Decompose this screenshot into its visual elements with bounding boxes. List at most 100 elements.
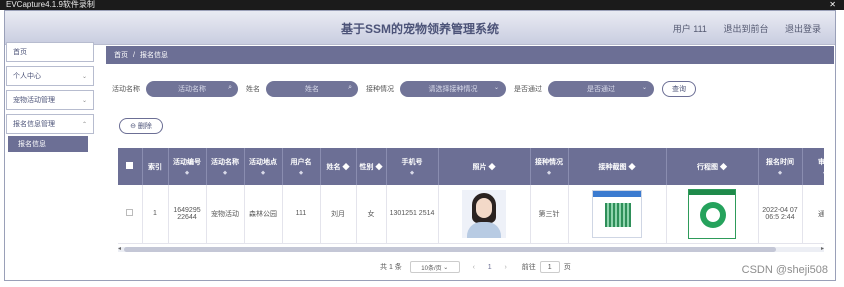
cell-location: 森林公园 xyxy=(244,185,283,244)
vaccine-placeholder: 请选择接种情况 xyxy=(428,86,478,93)
cell-gender: 女 xyxy=(356,185,387,244)
prev-page-button[interactable]: ‹ xyxy=(468,264,480,271)
column-header[interactable]: 接种情况 ◆ xyxy=(530,148,569,185)
cell-phone: 1301251 2514 xyxy=(386,185,439,244)
sort-icon: ◆ xyxy=(261,170,265,176)
chevron-down-icon: ⌄ xyxy=(493,85,499,91)
cell-activity-no: 1649295 22644 xyxy=(168,185,207,244)
column-header[interactable]: 性别 ◆ xyxy=(356,148,387,185)
sidebar-item-label: 个人中心 xyxy=(13,73,41,80)
user-photo[interactable] xyxy=(462,189,506,238)
scrollbar-thumb[interactable] xyxy=(124,247,776,252)
close-icon[interactable]: ✕ xyxy=(829,1,836,9)
sidebar-item-activity-manage[interactable]: 宠物活动管理 ⌄ xyxy=(6,90,94,110)
vaccine-label: 接种情况 xyxy=(366,86,394,93)
column-header[interactable]: 报名时间 ◆ xyxy=(758,148,803,185)
capture-bar: EVCapture4.1.9软件录制 ✕ xyxy=(0,0,844,10)
scroll-right-icon[interactable]: ▸ xyxy=(821,245,824,252)
column-header[interactable]: 照片 ◆ xyxy=(438,148,531,185)
sidebar-item-label: 宠物活动管理 xyxy=(13,97,55,104)
cell-signup-time: 2022-04 07 06:5 2:44 xyxy=(758,185,803,244)
delete-button[interactable]: ⊖ 删除 xyxy=(119,118,163,134)
sidebar-item-home[interactable]: 首页 xyxy=(6,42,94,62)
sort-icon: ◆ xyxy=(410,170,414,176)
cell-name: 刘月 xyxy=(320,185,357,244)
cell-username: 111 xyxy=(282,185,321,244)
breadcrumb-current: 报名信息 xyxy=(139,52,168,59)
vaccine-select[interactable]: 请选择接种情况 ⌄ xyxy=(400,81,506,97)
sort-icon: ◆ xyxy=(719,163,727,171)
data-table: 索引 活动编号 ◆ 活动名称 ◆ 活动地点 ◆ 用户名 ◆ 姓名 ◆ 性别 ◆ 手机号 ◆… xyxy=(118,148,824,244)
filter-bar: 活动名称 活动名称 ⌕ 姓名 姓名 ⌕ 接种情况 请选择接种情况 ⌄ 是否通过 … xyxy=(112,80,696,98)
chevron-down-icon: ⌄ xyxy=(641,85,647,91)
horizontal-scrollbar[interactable]: ◂ ▸ xyxy=(118,245,824,252)
sidebar-item-signup-manage[interactable]: 报名信息管理 ⌃ xyxy=(6,114,94,134)
column-header[interactable]: 接种截图 ◆ xyxy=(568,148,667,185)
column-header[interactable]: 审核◆ xyxy=(802,148,824,185)
sort-icon: ◆ xyxy=(375,163,383,171)
cell-index: 1 xyxy=(142,185,169,244)
column-header[interactable]: 活动编号 ◆ xyxy=(168,148,207,185)
sidebar-item-profile[interactable]: 个人中心 ⌄ xyxy=(6,66,94,86)
itinerary-image[interactable] xyxy=(688,188,736,239)
approved-select[interactable]: 是否通过 ⌄ xyxy=(548,81,654,97)
activity-name-input[interactable]: 活动名称 ⌕ xyxy=(146,81,238,97)
sort-icon: ◆ xyxy=(488,163,496,171)
breadcrumb-separator: / xyxy=(133,51,135,59)
name-placeholder: 姓名 xyxy=(305,86,319,93)
cell-vaccine: 第三针 xyxy=(530,185,569,244)
breadcrumb-home[interactable]: 首页 xyxy=(114,50,128,60)
table-row[interactable]: 1 1649295 22644 宠物活动 森林公园 111 刘月 女 13012… xyxy=(118,185,824,244)
page-size-value: 10条/页 xyxy=(421,265,442,272)
back-to-front-link[interactable]: 退出到前台 xyxy=(723,24,768,34)
cell-activity-name: 宠物活动 xyxy=(206,185,245,244)
sidebar-item-label: 首页 xyxy=(13,49,27,56)
breadcrumb: 首页 / 报名信息 xyxy=(106,46,834,64)
sidebar-item-label: 报名信息管理 xyxy=(13,121,55,128)
pagination: 共 1 条 10条/页 ⌄ ‹ 1 › 前往 1 页 xyxy=(380,260,571,274)
page-suffix: 页 xyxy=(563,264,571,271)
cell-vaccine-screenshot xyxy=(568,185,667,244)
column-header[interactable]: 用户名 ◆ xyxy=(282,148,321,185)
approved-placeholder: 是否通过 xyxy=(587,86,615,93)
column-header[interactable]: 活动名称 ◆ xyxy=(206,148,245,185)
page-size-select[interactable]: 10条/页 ⌄ xyxy=(409,261,460,273)
logout-link[interactable]: 退出登录 xyxy=(785,24,821,34)
sort-icon: ◆ xyxy=(185,170,189,176)
select-all-header[interactable] xyxy=(118,148,143,185)
goto-label: 前往 xyxy=(521,264,536,271)
chevron-up-icon: ⌃ xyxy=(81,121,87,128)
sidebar: 首页 个人中心 ⌄ 宠物活动管理 ⌄ 报名信息管理 ⌃ 报名信息 xyxy=(6,42,94,152)
cell-review: 通过 xyxy=(802,185,824,244)
cell-itinerary xyxy=(666,185,759,244)
sort-icon: ◆ xyxy=(778,170,782,176)
goto-page-input[interactable]: 1 xyxy=(539,261,560,273)
select-all-checkbox[interactable] xyxy=(126,162,134,169)
column-header[interactable]: 活动地点 ◆ xyxy=(244,148,283,185)
scroll-left-icon[interactable]: ◂ xyxy=(118,245,121,252)
capture-title: EVCapture4.1.9软件录制 xyxy=(6,0,95,9)
sidebar-subitem-signup-info[interactable]: 报名信息 xyxy=(8,136,88,152)
column-header: 索引 xyxy=(142,148,169,185)
next-page-button[interactable]: › xyxy=(500,264,512,271)
name-input[interactable]: 姓名 ⌕ xyxy=(266,81,358,97)
sort-icon: ◆ xyxy=(628,163,636,171)
search-button[interactable]: 查询 xyxy=(662,81,696,97)
name-label: 姓名 xyxy=(246,86,260,93)
row-checkbox[interactable] xyxy=(126,209,134,217)
delete-icon: ⊖ xyxy=(130,123,138,130)
chevron-down-icon: ⌄ xyxy=(81,73,87,80)
user-links: 用户 111 退出到前台 退出登录 xyxy=(673,22,835,35)
column-header[interactable]: 手机号 ◆ xyxy=(386,148,439,185)
search-icon: ⌕ xyxy=(228,84,232,91)
activity-name-label: 活动名称 xyxy=(112,86,140,93)
approved-label: 是否通过 xyxy=(514,86,542,93)
watermark: CSDN @sheji508 xyxy=(741,264,828,276)
cell-photo xyxy=(438,185,531,244)
sort-icon: ◆ xyxy=(803,170,824,176)
column-header[interactable]: 行程图 ◆ xyxy=(666,148,759,185)
vaccine-screenshot-image[interactable] xyxy=(592,189,642,238)
delete-label: 删除 xyxy=(137,123,152,130)
current-page[interactable]: 1 xyxy=(488,264,492,271)
column-header[interactable]: 姓名 ◆ xyxy=(320,148,357,185)
